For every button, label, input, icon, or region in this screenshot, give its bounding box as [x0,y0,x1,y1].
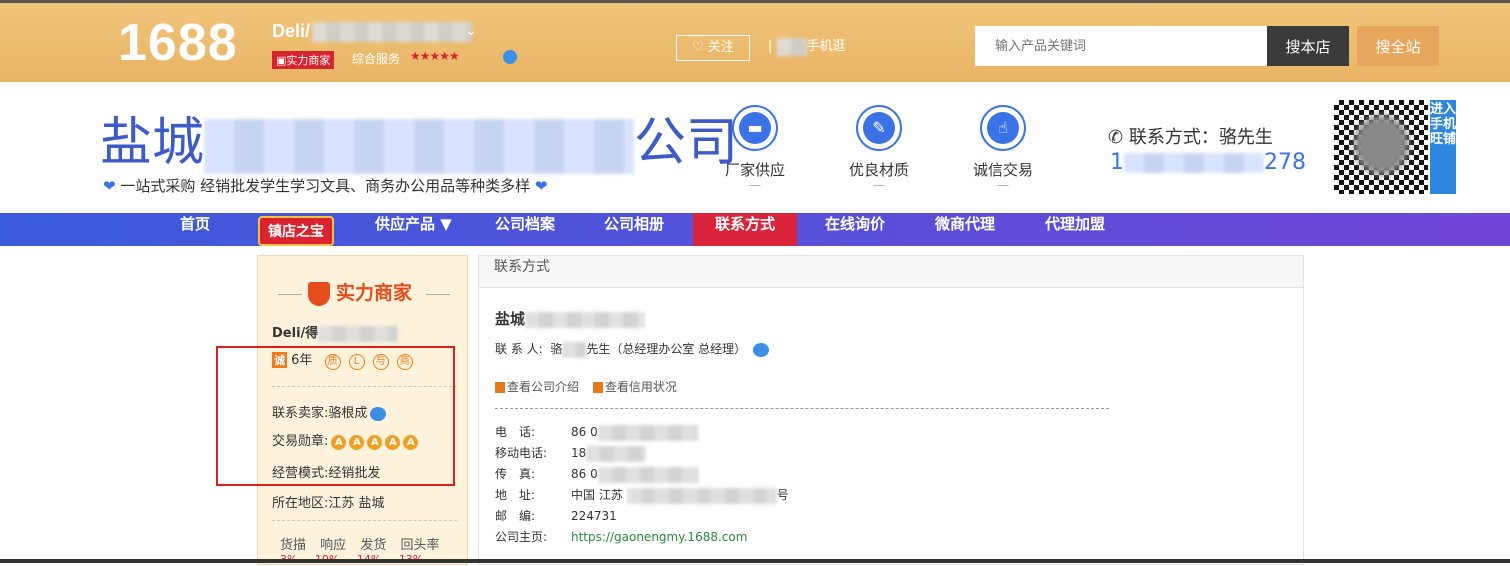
highlight-box [216,346,455,486]
heart-icon: ❤ [103,177,116,195]
feature-factory-supply: ▬ 厂家供应 — [710,105,800,191]
site-logo[interactable]: 1688 [118,13,238,73]
panel-title: 联系方式 [479,256,1303,288]
sidebar-shop-name[interactable]: Deli/得 [272,322,399,342]
homepage-link[interactable]: https://gaonengmy.1688.com [571,530,747,544]
view-company-intro-link[interactable]: 查看公司介绍 [495,380,579,394]
main-nav: 首页 供应产品 ▼ 公司档案 公司相册 联系方式 在线询价 微商代理 代理加盟 [0,213,1510,246]
mobile-browse-link[interactable]: | 手机逛 [768,35,846,56]
qr-code[interactable] [1334,100,1428,194]
sidebar-region: 所在地区:江苏 盐城 [272,496,385,511]
nav-wechat-agent[interactable]: 微商代理 [935,213,995,246]
field-homepage: 公司主页: https://gaonengmy.1688.com [495,530,748,544]
nav-products[interactable]: 供应产品 ▼ [375,213,452,246]
nav-company-album[interactable]: 公司相册 [604,213,664,246]
company-name: 盐城 公司 [100,113,739,174]
panel-links: 查看公司介绍 查看信用状况 [495,378,687,395]
shield-icon [308,281,330,306]
panel-contact-person: 联 系 人: 骆先生（总经理办公室 总经理） [495,340,769,358]
nav-treasure[interactable]: 镇店之宝 [258,216,334,246]
follow-button[interactable]: ♡ 关注 [676,35,750,61]
sidebar-stats-labels: 货描 响应 发货 回头率 [280,538,440,553]
pencil-icon: ✎ [863,112,895,144]
nav-contact[interactable]: 联系方式 [693,213,798,246]
merchant-title: 实力商家 [308,278,412,306]
search-all-button[interactable]: 搜全站 [1357,26,1439,66]
contact-method-label: ✆ 联系方式：骆先生 [1108,127,1273,148]
field-address: 地 址: 中国 江苏 号 [495,487,789,504]
field-fax: 传 真: 86 0 [495,465,698,483]
feature-honest-trade: ☝ 诚信交易 — [958,105,1048,191]
nav-franchise[interactable]: 代理加盟 [1045,213,1105,246]
search-input[interactable] [975,26,1267,66]
nav-inquiry[interactable]: 在线询价 [825,213,885,246]
heart-icon: ❤ [534,177,548,195]
feature-quality-material: ✎ 优良材质 — [834,105,924,191]
view-credit-link[interactable]: 查看信用状况 [592,380,677,394]
enter-mobile-shop-button[interactable]: 进入手机旺铺 [1430,100,1456,194]
field-phone: 电 话: 86 0 [495,423,698,441]
shop-name[interactable]: Deli/ [272,21,473,43]
field-postcode: 邮 编: 224731 [495,509,617,523]
strength-merchant-badge: ▣实力商家 [272,51,335,69]
service-label: 综合服务 [352,52,401,66]
contact-panel: 联系方式 盐城 联 系 人: 骆先生（总经理办公室 总经理） 查看公司介绍 查看… [478,255,1304,565]
service-stars: ★★★★★ [410,49,460,63]
panel-company-name: 盐城 [495,308,646,329]
top-bar: 1688 Deli/ ⌄ ▣实力商家 综合服务 ★★★★★ ♡ 关注 | 手机逛… [0,0,1510,82]
nav-home[interactable]: 首页 [180,213,210,246]
field-mobile: 移动电话: 18 [495,444,647,462]
wangwang-icon[interactable] [753,342,769,357]
phone-icon: ✆ [1108,127,1124,148]
wangwang-icon[interactable] [503,50,517,64]
contact-phone: 1 278 [1110,150,1306,175]
hand-icon: ☝ [987,112,1019,144]
company-slogan: ❤ 一站式采购 经销批发学生学习文具、商务办公用品等种类多样 ❤ [103,177,548,195]
chevron-down-icon[interactable]: ⌄ [465,23,477,39]
bottom-edge [0,559,1510,563]
search-shop-button[interactable]: 搜本店 [1267,26,1349,66]
nav-company-profile[interactable]: 公司档案 [495,213,555,246]
truck-icon: ▬ [739,112,771,144]
